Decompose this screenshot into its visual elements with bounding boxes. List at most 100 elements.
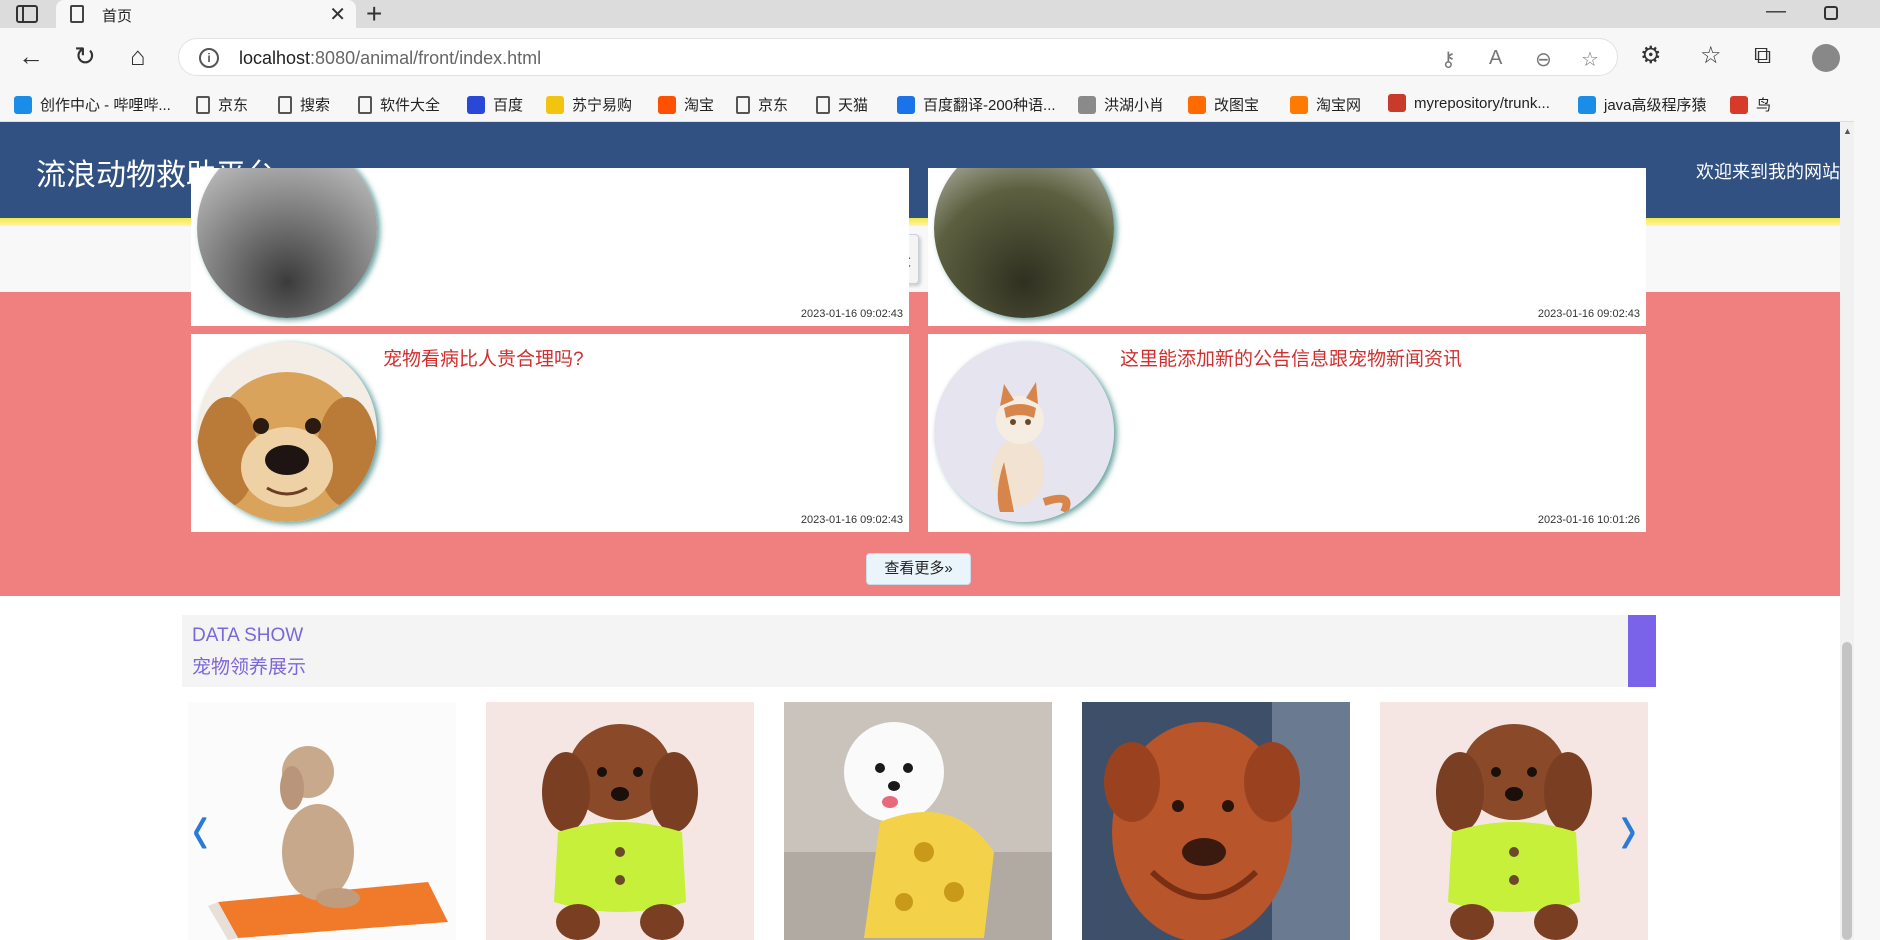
bookmark-item[interactable]: 创作中心 - 哔哩哔... (14, 94, 171, 115)
bookmark-label: 创作中心 - 哔哩哔... (40, 97, 171, 114)
bookmark-item[interactable]: 搜索 (278, 94, 330, 115)
cat-icon (934, 342, 1114, 522)
favorite-icon[interactable]: ☆ (1581, 47, 1599, 72)
page-icon (70, 5, 84, 23)
bilibili-icon (14, 95, 32, 114)
suning-icon (546, 95, 564, 114)
bookmark-label: myrepository/trunk... (1414, 94, 1550, 112)
adoption-item-poodle-coat[interactable] (1380, 702, 1648, 940)
info-icon[interactable]: i (199, 48, 219, 68)
scroll-up-icon[interactable]: ▲ (1843, 126, 1852, 136)
adoption-item-bichon[interactable] (784, 702, 1052, 940)
translate-icon (897, 95, 915, 114)
maximize-icon[interactable] (1824, 6, 1838, 20)
sidebar-strip (1854, 28, 1880, 940)
news-card-partial[interactable]: 2023-01-16 09:02:43 (191, 168, 909, 326)
page-icon (358, 95, 372, 114)
carousel-next-icon[interactable]: › (1620, 787, 1637, 867)
bookmark-item[interactable]: 百度 (467, 94, 523, 115)
news-card-image (197, 168, 377, 318)
welcome-text: 欢迎来到我的网站 (1696, 162, 1840, 182)
bookmark-item[interactable]: 鸟 (1730, 94, 1771, 115)
adoption-item-poodle-coat[interactable] (486, 702, 754, 940)
news-card-image (934, 168, 1114, 318)
bookmark-label: java高级程序猿 (1604, 97, 1707, 114)
bookmark-item[interactable]: 淘宝 (658, 94, 714, 115)
address-bar-row: ← ↻ ⌂ i localhost:8080/animal/front/inde… (0, 28, 1880, 88)
bookmark-item[interactable]: 京东 (196, 94, 248, 115)
double-chevron-right-icon: » (944, 560, 953, 577)
zoom-icon[interactable]: ⊖ (1535, 47, 1552, 72)
news-card-date: 2023-01-16 09:02:43 (800, 514, 903, 526)
close-tab-icon[interactable]: ✕ (329, 2, 346, 27)
data-show-title-en: DATA SHOW (192, 625, 304, 646)
bookmark-item[interactable]: 百度翻译-200种语... (897, 94, 1056, 115)
home-icon[interactable]: ⌂ (130, 42, 146, 70)
bookmark-label: 苏宁易购 (572, 97, 633, 114)
read-aloud-icon[interactable]: A (1489, 47, 1502, 70)
bookmark-label: 京东 (218, 97, 249, 114)
url-field[interactable]: i localhost:8080/animal/front/index.html… (178, 38, 1618, 76)
extensions-icon[interactable]: ⚙ (1640, 42, 1662, 70)
bookmark-label: 改图宝 (1214, 97, 1260, 114)
dog-face-icon (197, 342, 377, 522)
page-scrollbar[interactable]: ▲ (1840, 122, 1854, 940)
taobao-icon (658, 95, 676, 114)
baidu-paw-icon (467, 95, 485, 114)
news-card-partial[interactable]: 2023-01-16 09:02:43 (928, 168, 1646, 326)
bookmark-item[interactable]: 改图宝 (1188, 94, 1259, 115)
news-card-title[interactable]: 这里能添加新的公告信息跟宠物新闻资讯 (1120, 344, 1462, 371)
news-card[interactable]: 宠物看病比人贵合理吗? 2023-01-16 09:02:43 (191, 334, 909, 532)
bird-icon (1078, 95, 1096, 114)
news-card-date: 2023-01-16 10:01:26 (1537, 514, 1640, 526)
scroll-thumb[interactable] (1842, 642, 1852, 940)
page-icon (736, 95, 750, 114)
adoption-item-mastiff[interactable] (1082, 702, 1350, 940)
news-card-title[interactable]: 宠物看病比人贵合理吗? (383, 344, 584, 371)
adoption-item-poodle-mat[interactable] (188, 702, 456, 940)
back-icon[interactable]: ← (18, 42, 44, 70)
mastiff-icon (1082, 702, 1350, 940)
chrome-icon (1388, 94, 1406, 112)
bookmark-label: 淘宝 (684, 97, 715, 114)
news-section: 2023-01-16 09:02:43 2023-01-16 09:02:43 (0, 168, 1840, 596)
page-icon (816, 95, 830, 114)
page-icon (196, 95, 210, 114)
news-card-date: 2023-01-16 09:02:43 (1537, 308, 1640, 320)
bookmark-label: 百度 (493, 97, 524, 114)
bookmark-item[interactable]: 苏宁易购 (546, 94, 632, 115)
refresh-icon[interactable]: ↻ (74, 42, 96, 70)
bookmark-item[interactable]: 京东 (736, 94, 788, 115)
carousel-prev-icon[interactable]: ‹ (192, 787, 209, 867)
bookmark-item[interactable]: myrepository/trunk... (1388, 94, 1550, 112)
bookmark-label: 鸟 (1756, 97, 1772, 114)
view-more-button[interactable]: 查看更多» (866, 553, 971, 585)
tab-actions-icon[interactable] (16, 5, 38, 23)
bookmark-item[interactable]: 淘宝网 (1290, 94, 1361, 115)
browser-tab[interactable]: 首页 ✕ (56, 0, 356, 28)
tab-title: 首页 (102, 8, 133, 25)
bookmark-label: 百度翻译-200种语... (923, 97, 1056, 114)
bilibili-icon (1578, 95, 1596, 114)
collections-icon[interactable]: ⧉ (1754, 42, 1771, 70)
bookmark-label: 洪湖小肖 (1104, 97, 1165, 114)
profile-avatar[interactable] (1812, 44, 1840, 72)
golden-retriever-image (197, 342, 377, 522)
bookmark-item[interactable]: 天猫 (816, 94, 868, 115)
poodle-green-coat-icon (1380, 702, 1648, 940)
data-show-header: DATA SHOW 宠物领养展示 (182, 615, 1656, 687)
browser-tab-bar: 首页 ✕ + — (0, 0, 1880, 30)
view-more-label: 查看更多 (884, 560, 945, 577)
news-card-date: 2023-01-16 09:02:43 (800, 308, 903, 320)
accent-bar (1628, 615, 1656, 687)
bookmark-item[interactable]: java高级程序猿 (1578, 94, 1707, 115)
bookmark-label: 搜索 (300, 97, 331, 114)
bookmark-item[interactable]: 软件大全 (358, 94, 440, 115)
bookmark-item[interactable]: 洪湖小肖 (1078, 94, 1164, 115)
new-tab-icon[interactable]: + (366, 0, 382, 30)
favorites-icon[interactable]: ☆ (1700, 42, 1722, 70)
minimize-icon[interactable]: — (1766, 0, 1786, 23)
poodle-on-mat-icon (188, 702, 456, 940)
news-card[interactable]: 这里能添加新的公告信息跟宠物新闻资讯 2023-01-16 10:01:26 (928, 334, 1646, 532)
key-icon[interactable]: ⚷ (1441, 47, 1456, 72)
